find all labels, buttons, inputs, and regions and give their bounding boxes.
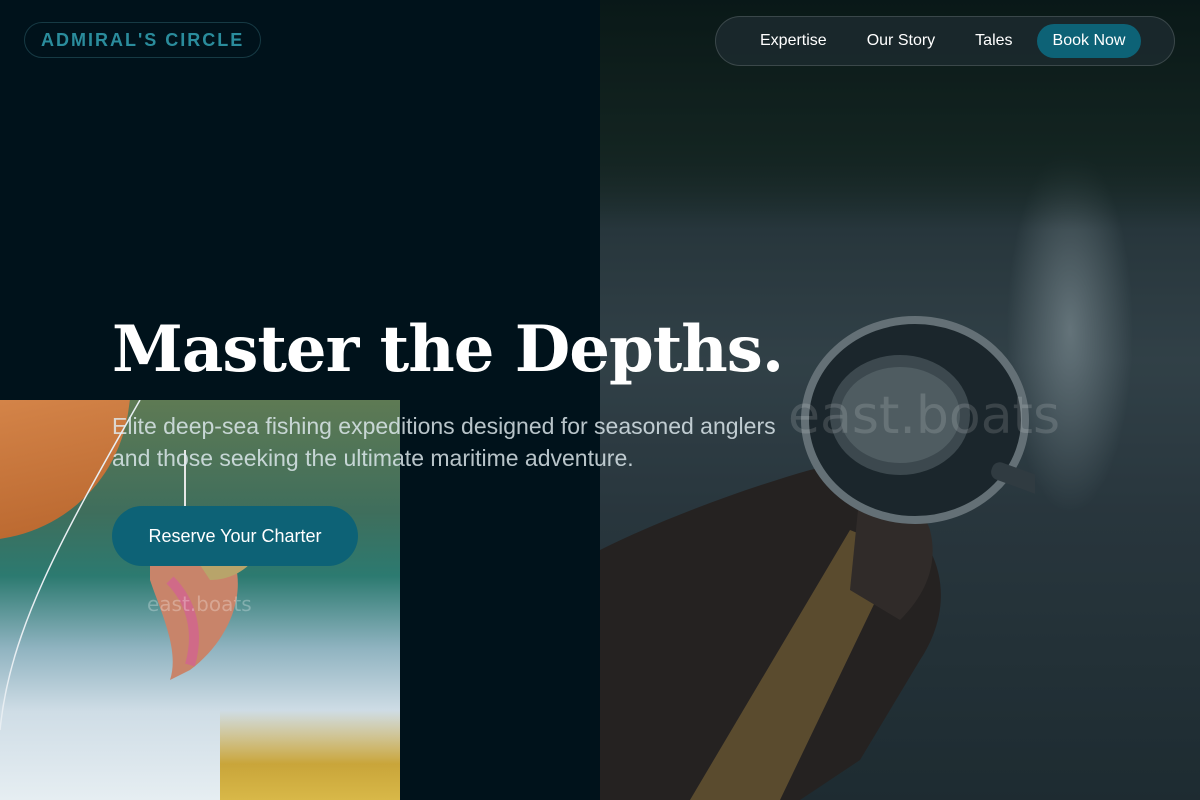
main-nav: Expertise Our Story Tales Book Now (715, 16, 1175, 66)
hero-title: Master the Depths. (112, 312, 784, 387)
book-now-button[interactable]: Book Now (1036, 24, 1142, 58)
watermark: east.boats (788, 386, 1061, 446)
hero-subtitle: Elite deep-sea fishing expeditions desig… (112, 413, 776, 471)
reserve-charter-button[interactable]: Reserve Your Charter (112, 506, 358, 566)
nav-item-expertise[interactable]: Expertise (740, 24, 847, 58)
brand-logo[interactable]: ADMIRAL'S CIRCLE (24, 22, 262, 58)
nav-item-our-story[interactable]: Our Story (847, 24, 955, 58)
watermark-small: east.boats (147, 592, 252, 616)
nav-item-tales[interactable]: Tales (955, 24, 1032, 58)
